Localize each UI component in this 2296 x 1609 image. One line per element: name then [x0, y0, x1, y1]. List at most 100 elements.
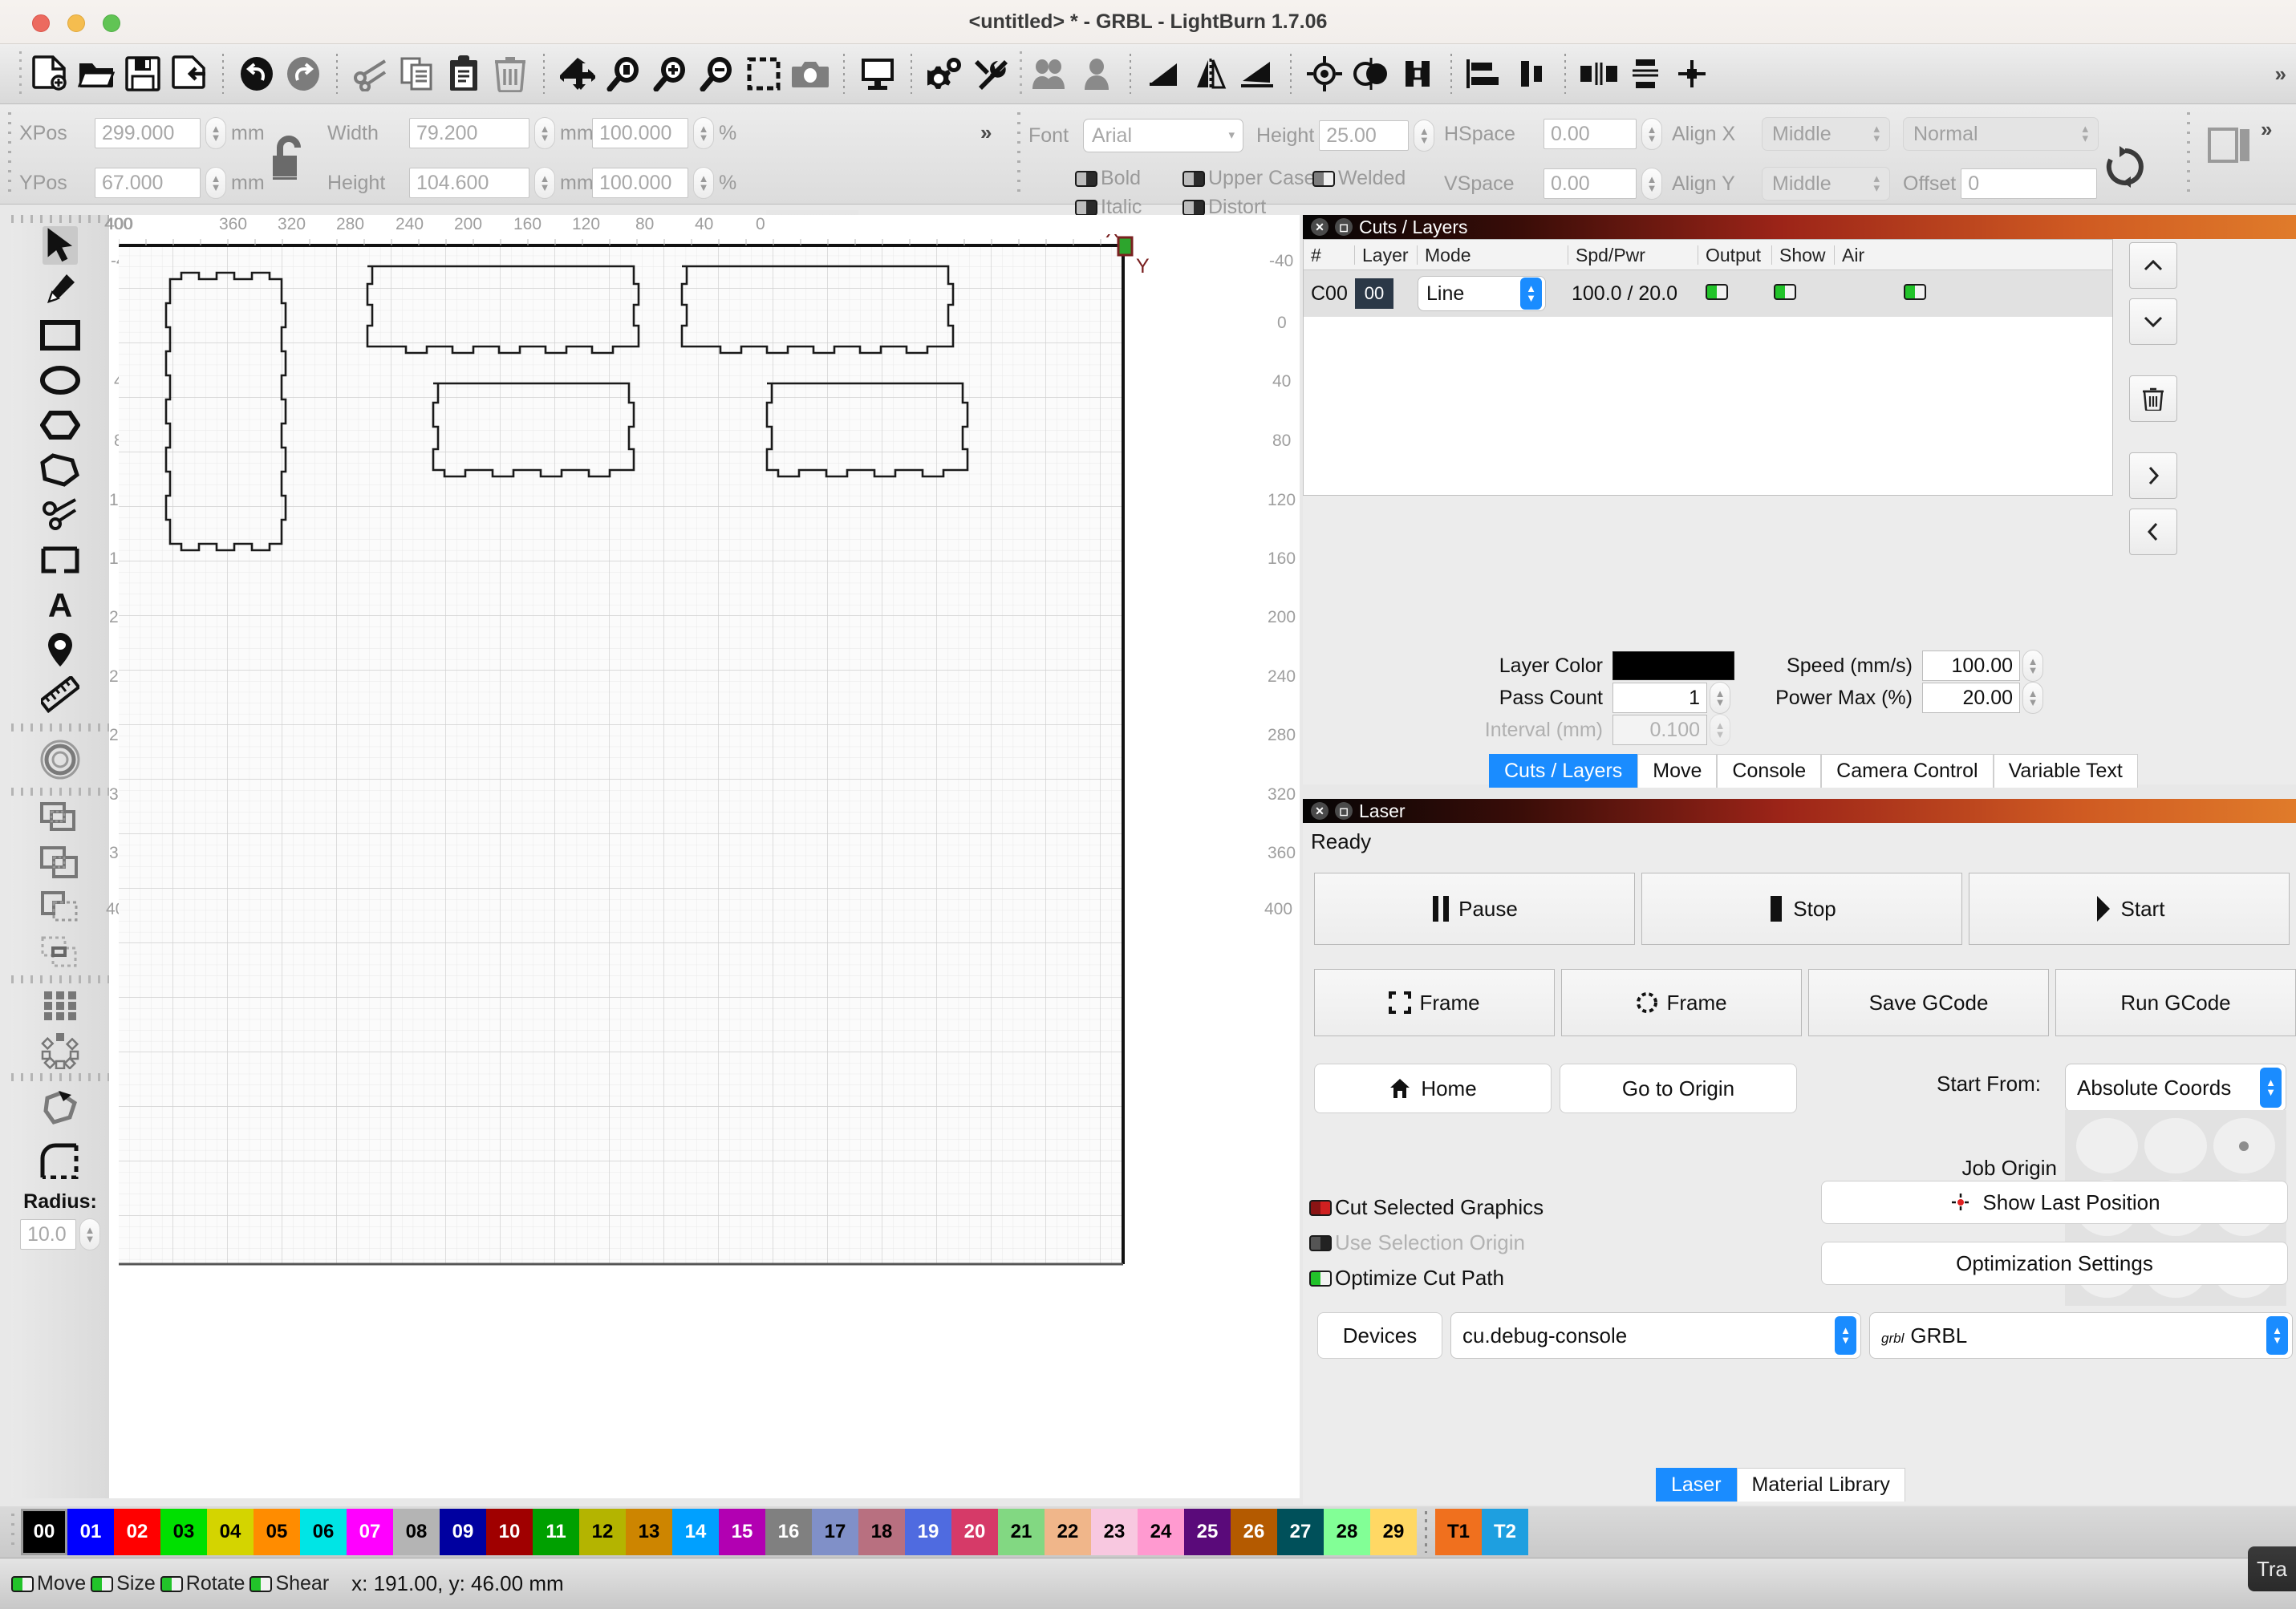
frame-round-button[interactable]: Frame: [1561, 969, 1802, 1036]
palette-swatch-16[interactable]: 16: [765, 1509, 812, 1555]
text-height-input[interactable]: 25.00: [1319, 120, 1410, 151]
upper-case-toggle[interactable]: Upper Case: [1182, 167, 1315, 190]
toggle-switch-icon[interactable]: [1182, 170, 1205, 187]
chevron-updown-icon[interactable]: ▲ ▼: [1835, 1316, 1856, 1355]
height-input[interactable]: 104.600: [409, 168, 529, 198]
mirror-h-icon[interactable]: [1141, 49, 1187, 99]
palette-swatch-26[interactable]: 26: [1231, 1509, 1277, 1555]
unlock-icon[interactable]: [268, 135, 310, 185]
dock-panel-icon[interactable]: [2208, 127, 2251, 168]
undo-icon[interactable]: [233, 49, 280, 99]
palette-swatch-20[interactable]: 20: [951, 1509, 998, 1555]
optimize-cut-path-toggle[interactable]: Optimize Cut Path: [1309, 1266, 1504, 1291]
rotate-icon[interactable]: [1234, 49, 1280, 99]
tab-console[interactable]: Console: [1717, 754, 1822, 788]
layer-color-swatch[interactable]: [1612, 651, 1734, 680]
hspace-input[interactable]: 0.00: [1544, 119, 1637, 149]
show-toggle[interactable]: [1774, 283, 1796, 300]
air-toggle[interactable]: [1904, 283, 1926, 300]
text-tool[interactable]: A: [11, 582, 109, 627]
show-last-position-button[interactable]: Show Last Position: [1821, 1181, 2288, 1224]
palette-swatch-03[interactable]: 03: [160, 1509, 207, 1555]
cut-icon[interactable]: [347, 49, 394, 99]
vspace-input[interactable]: 0.00: [1544, 168, 1637, 199]
toggle-switch-icon[interactable]: [1312, 170, 1335, 187]
text-style-select[interactable]: Normal ▴ ▾: [1903, 117, 2099, 151]
cut-mode-select[interactable]: Line ▲ ▼: [1418, 276, 1546, 311]
work-area[interactable]: X Y: [119, 234, 1290, 1498]
text-toolbar-overflow-chevron[interactable]: »: [2261, 117, 2273, 142]
welded-toggle[interactable]: Welded: [1312, 167, 1406, 190]
font-select[interactable]: Arial ▾: [1083, 119, 1243, 152]
palette-swatch-22[interactable]: 22: [1045, 1509, 1091, 1555]
bold-toggle[interactable]: Bold: [1075, 167, 1141, 190]
boolean-union-icon[interactable]: [1348, 49, 1394, 99]
tool-swatch-T2[interactable]: T2: [1482, 1509, 1528, 1555]
width-stepper[interactable]: ▲ ▼: [534, 117, 555, 149]
cut-selected-graphics-toggle[interactable]: Cut Selected Graphics: [1309, 1195, 1544, 1220]
palette-swatch-18[interactable]: 18: [858, 1509, 905, 1555]
chevron-updown-icon[interactable]: ▲ ▼: [2266, 1316, 2288, 1355]
weld-icon[interactable]: [1301, 49, 1348, 99]
palette-swatch-09[interactable]: 09: [440, 1509, 486, 1555]
bool-weld-tool[interactable]: [11, 841, 109, 886]
tool-swatch-T1[interactable]: T1: [1435, 1509, 1482, 1555]
transform-badge[interactable]: Tra: [2248, 1546, 2296, 1591]
toggle-switch-icon[interactable]: [91, 1575, 114, 1592]
bool-subtract-tool[interactable]: [11, 886, 109, 930]
delete-icon[interactable]: [487, 49, 533, 99]
boolean-diff-icon[interactable]: [1394, 49, 1441, 99]
ellipse-tool[interactable]: [11, 358, 109, 403]
prev-layer-button[interactable]: [2129, 509, 2177, 555]
speed-input[interactable]: 100.00: [1922, 650, 2020, 681]
output-toggle[interactable]: [1706, 283, 1728, 300]
properties-overflow-chevron[interactable]: »: [980, 120, 992, 145]
home-button[interactable]: Home: [1314, 1064, 1552, 1113]
palette-swatch-28[interactable]: 28: [1324, 1509, 1370, 1555]
width-percent-stepper[interactable]: ▲ ▼: [693, 117, 714, 149]
go-to-origin-button[interactable]: Go to Origin: [1560, 1064, 1797, 1113]
run-gcode-button[interactable]: Run GCode: [2055, 969, 2296, 1036]
camera-icon[interactable]: [787, 49, 834, 99]
shear-toggle[interactable]: Shear: [249, 1572, 329, 1595]
toggle-switch-icon[interactable]: [1182, 199, 1205, 216]
device-profile-select[interactable]: grbl GRBL ▲ ▼: [1869, 1312, 2293, 1359]
align-y-select[interactable]: Middle ▴ ▾: [1762, 167, 1890, 201]
palette-swatch-13[interactable]: 13: [626, 1509, 672, 1555]
close-icon[interactable]: ✕: [1311, 218, 1329, 236]
gears-icon[interactable]: [922, 49, 968, 99]
start-button[interactable]: Start: [1969, 873, 2290, 945]
save-gcode-button[interactable]: Save GCode: [1808, 969, 2049, 1036]
zoom-in-icon[interactable]: [647, 49, 694, 99]
tab-move[interactable]: Move: [1637, 754, 1718, 788]
palette-swatch-15[interactable]: 15: [719, 1509, 765, 1555]
tab-laser[interactable]: Laser: [1656, 1468, 1737, 1502]
table-row[interactable]: C00 00 Line ▲ ▼ 100.0 / 20.0: [1304, 270, 2112, 317]
circular-array-tool[interactable]: [11, 1028, 109, 1073]
move-toggle[interactable]: Move: [11, 1572, 86, 1595]
text-height-stepper[interactable]: ▲ ▼: [1414, 120, 1435, 152]
palette-swatch-11[interactable]: 11: [533, 1509, 579, 1555]
stop-button[interactable]: Stop: [1641, 873, 1962, 945]
job-origin-top-left[interactable]: [2076, 1118, 2139, 1174]
palette-swatch-08[interactable]: 08: [393, 1509, 440, 1555]
palette-swatch-27[interactable]: 27: [1277, 1509, 1324, 1555]
optimization-settings-button[interactable]: Optimization Settings: [1821, 1242, 2288, 1285]
palette-swatch-04[interactable]: 04: [207, 1509, 254, 1555]
palette-swatch-24[interactable]: 24: [1138, 1509, 1184, 1555]
ypos-stepper[interactable]: ▲ ▼: [205, 167, 226, 199]
edit-nodes-tool[interactable]: [11, 448, 109, 492]
save-file-icon[interactable]: [120, 49, 166, 99]
size-toggle[interactable]: Size: [91, 1572, 156, 1595]
tools-icon[interactable]: [968, 49, 1015, 99]
height-percent-stepper[interactable]: ▲ ▼: [693, 167, 714, 199]
start-point-tool[interactable]: [11, 1081, 109, 1134]
palette-swatch-06[interactable]: 06: [300, 1509, 347, 1555]
frame-rect-button[interactable]: Frame: [1314, 969, 1555, 1036]
float-panel-icon[interactable]: ◻: [1335, 802, 1353, 820]
toggle-switch-icon[interactable]: [160, 1575, 183, 1592]
tab-material-library[interactable]: Material Library: [1736, 1468, 1905, 1502]
palette-swatch-07[interactable]: 07: [347, 1509, 393, 1555]
design-canvas[interactable]: 400 400 360 320 280 240 200 160 120 80 4…: [104, 215, 1300, 1498]
speed-stepper[interactable]: ▲ ▼: [2022, 650, 2043, 682]
